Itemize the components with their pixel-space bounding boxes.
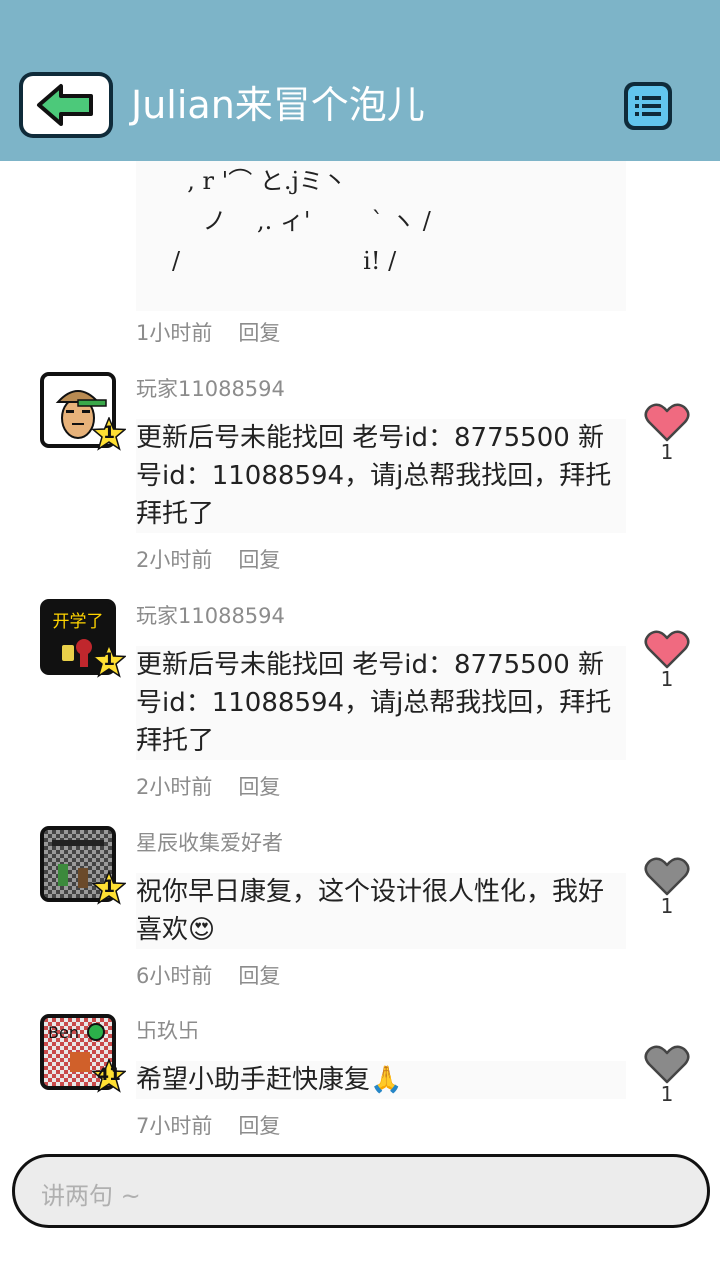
heart-icon (644, 630, 690, 669)
like-count: 1 (660, 894, 674, 918)
post-meta: 1小时前 回复 (136, 316, 280, 350)
reply-button[interactable]: 回复 (238, 321, 280, 345)
ascii-line: , r '⌒ と.jミ丶 (172, 167, 347, 195)
list-menu-icon (635, 96, 661, 116)
comment-username[interactable]: 玩家11088594 (136, 601, 285, 631)
like-count: 1 (660, 440, 674, 464)
menu-button[interactable] (624, 82, 672, 130)
timestamp: 2小时前 (136, 775, 213, 799)
arrow-left-icon (37, 84, 93, 126)
ascii-art-post: , r '⌒ と.jミ丶 ノ ,. ィ' ` ヽ / / i! / (136, 161, 626, 311)
timestamp: 2小时前 (136, 548, 213, 572)
level-badge: 1 (92, 871, 126, 905)
comment-input[interactable]: 讲两句 ~ (12, 1154, 710, 1228)
avatar-caption: Ben (48, 1023, 79, 1042)
comment-meta: 2小时前 回复 (136, 770, 280, 804)
level-badge: 1 (92, 644, 126, 678)
like-count: 1 (660, 667, 674, 691)
timestamp: 6小时前 (136, 964, 213, 988)
level-badge: 41 (92, 1059, 126, 1093)
comment-text: 更新后号未能找回 老号id：8775500 新号id：11088594，请j总帮… (136, 646, 626, 760)
level-number: 1 (103, 650, 115, 670)
like-button[interactable]: 1 (644, 629, 690, 699)
page-title: Julian来冒个泡儿 (131, 83, 425, 127)
avatar-caption: 开学了 (53, 612, 104, 632)
like-count: 1 (660, 1082, 674, 1106)
comment-meta: 7小时前 回复 (136, 1109, 280, 1143)
like-button[interactable]: 1 (644, 856, 690, 926)
comment-text: 更新后号未能找回 老号id：8775500 新号id：11088594，请j总帮… (136, 419, 626, 533)
comment-text: 希望小助手赶快康复🙏 (136, 1061, 626, 1099)
reply-button[interactable]: 回复 (238, 964, 280, 988)
level-badge: 1 (92, 417, 126, 451)
comment-text: 祝你早日康复，这个设计很人性化，我好喜欢😍 (136, 873, 626, 949)
heart-icon (644, 403, 690, 442)
reply-button[interactable]: 回复 (238, 1114, 280, 1138)
timestamp: 1小时前 (136, 321, 213, 345)
like-button[interactable]: 1 (644, 402, 690, 472)
level-number: 41 (97, 1065, 121, 1085)
timestamp: 7小时前 (136, 1114, 213, 1138)
heart-icon (644, 857, 690, 896)
comment-username[interactable]: 卐玖卐 (136, 1016, 199, 1046)
reply-button[interactable]: 回复 (238, 548, 280, 572)
top-app-bar: Julian来冒个泡儿 (0, 0, 720, 161)
level-number: 1 (103, 877, 115, 897)
back-button[interactable] (19, 72, 113, 138)
reply-button[interactable]: 回复 (238, 775, 280, 799)
like-button[interactable]: 1 (644, 1044, 690, 1114)
ascii-line: ノ ,. ィ' ` ヽ / (172, 207, 431, 235)
level-number: 1 (103, 423, 115, 443)
comment-meta: 2小时前 回复 (136, 543, 280, 577)
comment-username[interactable]: 玩家11088594 (136, 374, 285, 404)
heart-icon (644, 1045, 690, 1084)
comment-username[interactable]: 星辰收集爱好者 (136, 828, 283, 858)
comment-input-placeholder: 讲两句 ~ (41, 1182, 141, 1210)
comment-meta: 6小时前 回复 (136, 959, 280, 993)
ascii-line: / i! / (172, 247, 397, 275)
